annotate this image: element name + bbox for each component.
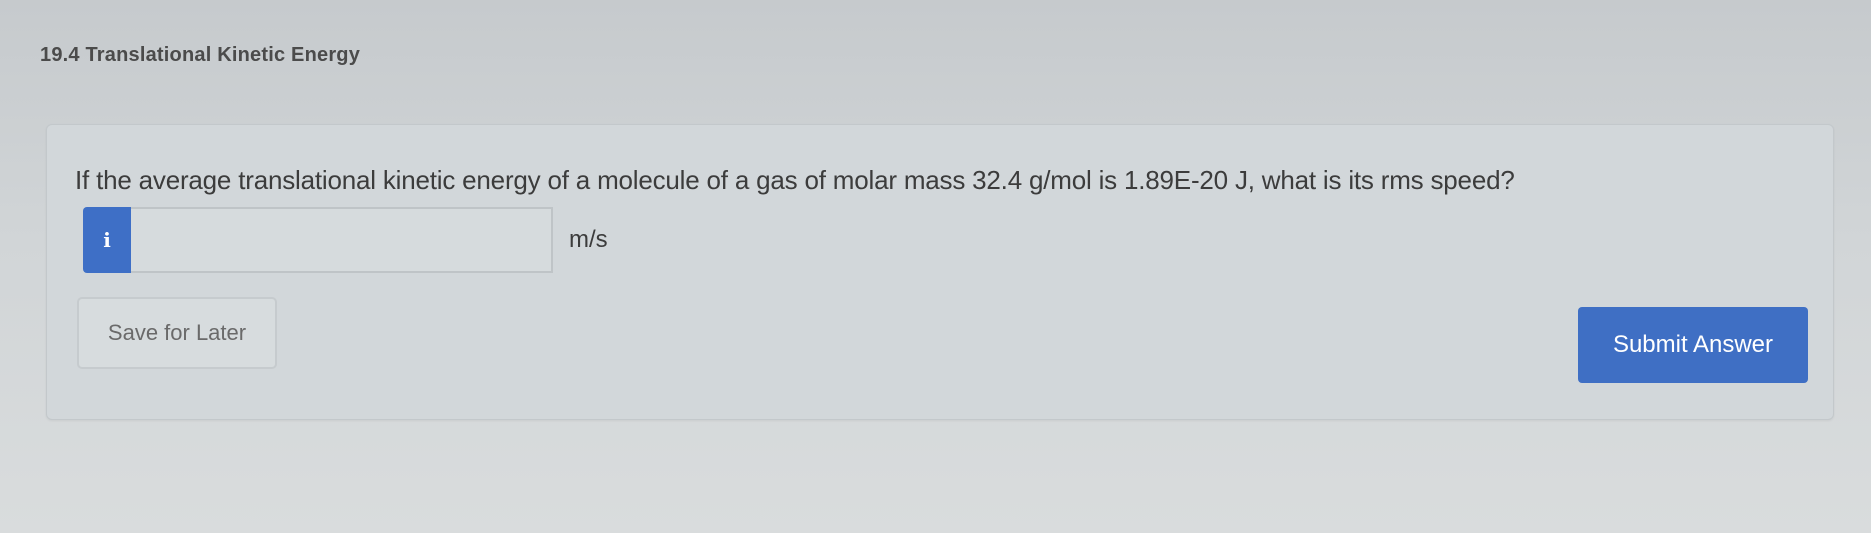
answer-row: i m/s	[83, 207, 608, 273]
save-for-later-button[interactable]: Save for Later	[77, 297, 277, 369]
question-card: If the average translational kinetic ene…	[46, 124, 1834, 420]
unit-label: m/s	[569, 226, 608, 253]
section-title: 19.4 Translational Kinetic Energy	[40, 44, 361, 66]
question-text: If the average translational kinetic ene…	[75, 165, 1515, 195]
submit-answer-button[interactable]: Submit Answer	[1578, 307, 1808, 383]
answer-input[interactable]	[131, 207, 553, 273]
info-icon[interactable]: i	[83, 207, 131, 273]
